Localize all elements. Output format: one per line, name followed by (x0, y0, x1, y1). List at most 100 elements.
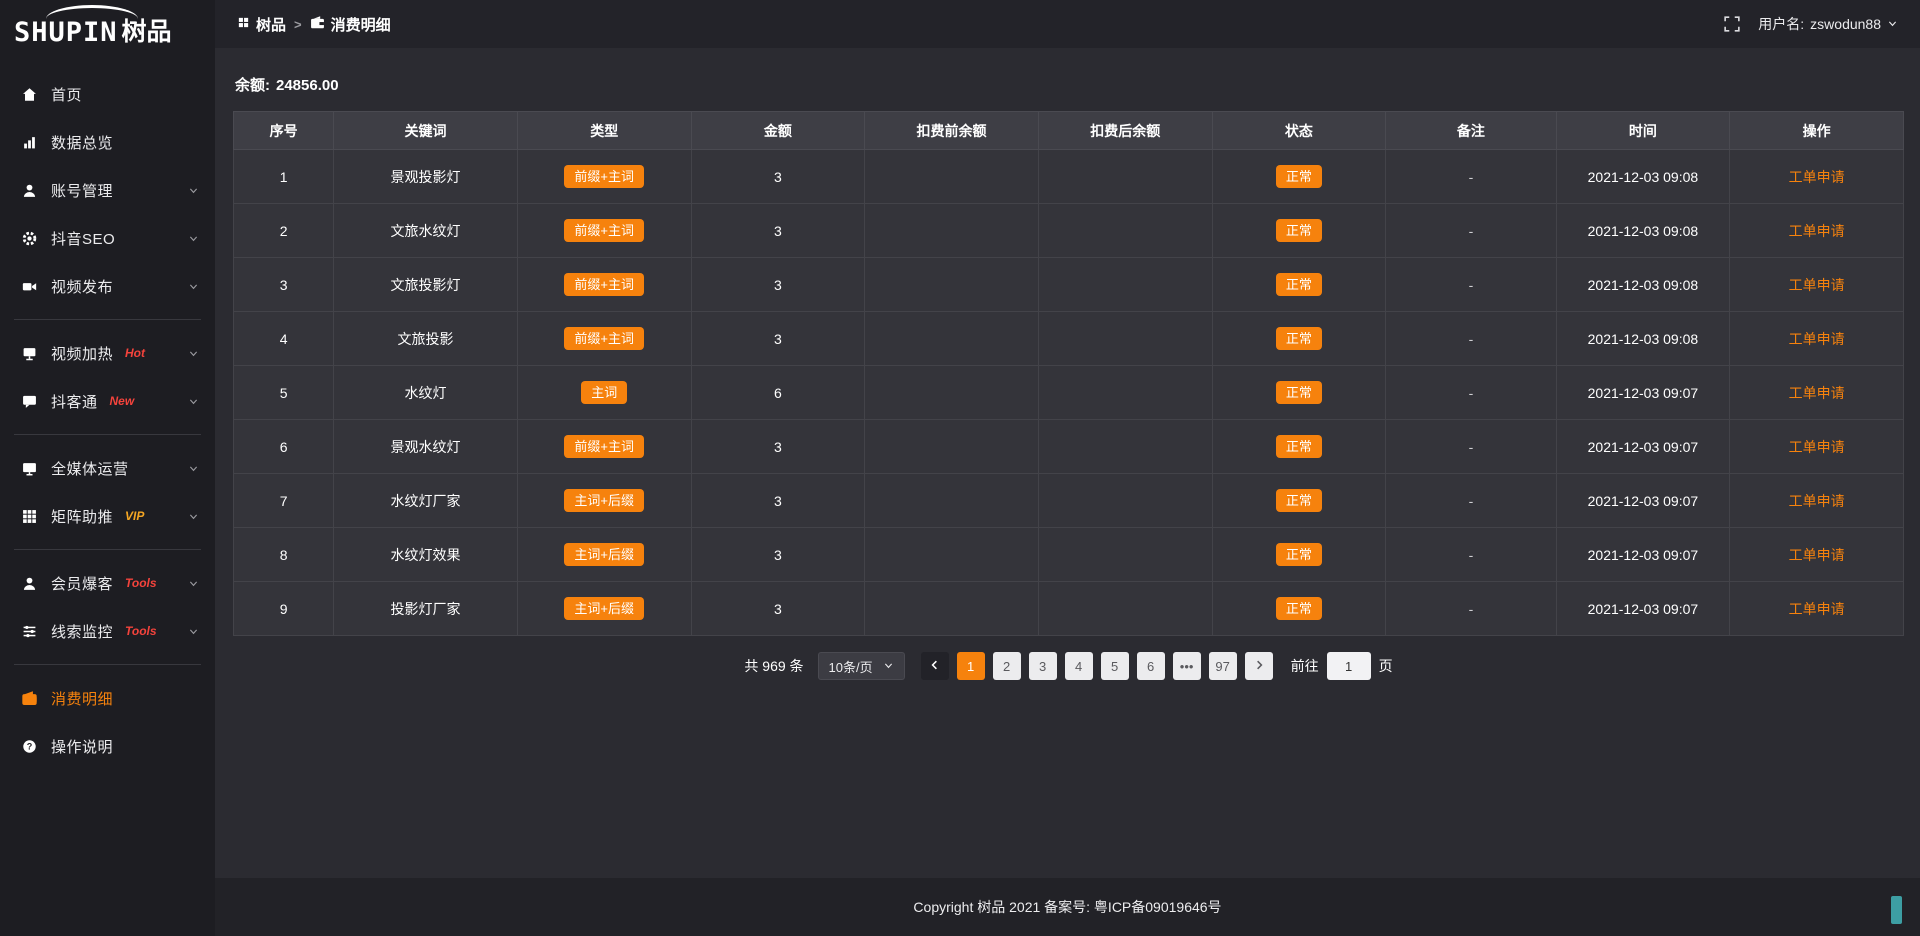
cell-status: 正常 (1212, 474, 1386, 528)
status-badge: 正常 (1276, 543, 1322, 567)
cell-keyword: 文旅投影灯 (334, 258, 518, 312)
chat-icon (20, 394, 38, 409)
cell-time: 2021-12-03 09:07 (1556, 528, 1730, 582)
table-header-row: 序号关键词类型金额扣费前余额扣费后余额状态备注时间操作 (234, 112, 1904, 150)
work-order-link[interactable]: 工单申请 (1789, 277, 1845, 293)
cell-amount: 3 (691, 150, 865, 204)
column-header: 扣费后余额 (1038, 112, 1212, 150)
page-ellipsis-button[interactable]: ••• (1173, 652, 1201, 680)
column-header: 操作 (1730, 112, 1904, 150)
sidebar-item-label: 账号管理 (51, 180, 113, 201)
sidebar-item-视频加热[interactable]: 视频加热Hot (0, 329, 215, 377)
work-order-link[interactable]: 工单申请 (1789, 547, 1845, 563)
work-order-link[interactable]: 工单申请 (1789, 223, 1845, 239)
page-button-1[interactable]: 1 (957, 652, 985, 680)
chevron-down-icon (188, 281, 199, 292)
cell-status: 正常 (1212, 258, 1386, 312)
balance-label: 余额: (235, 77, 270, 94)
sidebar-item-账号管理[interactable]: 账号管理 (0, 166, 215, 214)
page-button-5[interactable]: 5 (1101, 652, 1129, 680)
page-size-select[interactable]: 10条/页 (818, 652, 905, 680)
table-row: 4文旅投影前缀+主词3正常-2021-12-03 09:08工单申请 (234, 312, 1904, 366)
cell-time: 2021-12-03 09:08 (1556, 204, 1730, 258)
sidebar-item-抖音SEO[interactable]: 抖音SEO (0, 214, 215, 262)
status-badge: 正常 (1276, 165, 1322, 189)
cell-balance-before (865, 366, 1039, 420)
cell-action: 工单申请 (1730, 420, 1904, 474)
cell-amount: 6 (691, 366, 865, 420)
cell-balance-before (865, 582, 1039, 636)
work-order-link[interactable]: 工单申请 (1789, 601, 1845, 617)
sidebar-item-抖客通[interactable]: 抖客通New (0, 377, 215, 425)
sidebar-item-全媒体运营[interactable]: 全媒体运营 (0, 444, 215, 492)
status-badge: 正常 (1276, 489, 1322, 513)
sidebar-item-数据总览[interactable]: 数据总览 (0, 118, 215, 166)
cell-remark: - (1386, 366, 1556, 420)
goto-page-input[interactable] (1327, 652, 1371, 680)
next-page-button[interactable] (1245, 652, 1273, 680)
cell-keyword: 景观投影灯 (334, 150, 518, 204)
cell-balance-before (865, 474, 1039, 528)
cell-time: 2021-12-03 09:07 (1556, 582, 1730, 636)
sidebar-item-操作说明[interactable]: ?操作说明 (0, 722, 215, 770)
sidebar-item-消费明细[interactable]: 消费明细 (0, 674, 215, 722)
cell-action: 工单申请 (1730, 150, 1904, 204)
sidebar-item-线索监控[interactable]: 线索监控Tools (0, 607, 215, 655)
sidebar-item-tag: New (110, 394, 135, 408)
work-order-link[interactable]: 工单申请 (1789, 385, 1845, 401)
table-row: 2文旅水纹灯前缀+主词3正常-2021-12-03 09:08工单申请 (234, 204, 1904, 258)
page-button-3[interactable]: 3 (1029, 652, 1057, 680)
page-button-97[interactable]: 97 (1209, 652, 1237, 680)
work-order-link[interactable]: 工单申请 (1789, 331, 1845, 347)
type-badge: 主词+后缀 (564, 543, 644, 567)
monitor-icon (20, 461, 38, 476)
type-badge: 前缀+主词 (564, 435, 644, 459)
sidebar-item-tag: Tools (125, 624, 157, 638)
page-size-value: 10条/页 (829, 657, 873, 676)
work-order-link[interactable]: 工单申请 (1789, 439, 1845, 455)
cell-time: 2021-12-03 09:07 (1556, 420, 1730, 474)
cell-index: 3 (234, 258, 334, 312)
prev-page-button[interactable] (921, 652, 949, 680)
sidebar-item-tag: VIP (125, 509, 144, 523)
cell-status: 正常 (1212, 150, 1386, 204)
page-button-4[interactable]: 4 (1065, 652, 1093, 680)
sidebar-item-label: 操作说明 (51, 736, 113, 757)
table-row: 8水纹灯效果主词+后缀3正常-2021-12-03 09:07工单申请 (234, 528, 1904, 582)
cell-index: 7 (234, 474, 334, 528)
breadcrumb-item-home[interactable]: 树品 (237, 14, 286, 35)
breadcrumb-label: 消费明细 (331, 14, 391, 35)
column-header: 状态 (1212, 112, 1386, 150)
breadcrumb-label: 树品 (256, 14, 286, 35)
sidebar-item-视频发布[interactable]: 视频发布 (0, 262, 215, 310)
work-order-link[interactable]: 工单申请 (1789, 169, 1845, 185)
table-row: 1景观投影灯前缀+主词3正常-2021-12-03 09:08工单申请 (234, 150, 1904, 204)
fullscreen-icon[interactable] (1724, 16, 1740, 32)
cell-balance-after (1038, 528, 1212, 582)
chart-icon (20, 135, 38, 150)
brand-logo[interactable]: SHUPIN 树品 (0, 0, 215, 52)
status-badge: 正常 (1276, 219, 1322, 243)
status-badge: 正常 (1276, 435, 1322, 459)
page-button-6[interactable]: 6 (1137, 652, 1165, 680)
home-icon (20, 87, 38, 102)
breadcrumb-item-current[interactable]: 消费明细 (310, 14, 391, 35)
arrow-left-icon (929, 659, 941, 674)
cell-amount: 3 (691, 204, 865, 258)
cell-index: 9 (234, 582, 334, 636)
sidebar-divider (14, 319, 201, 320)
sidebar-item-label: 首页 (51, 84, 82, 105)
cell-remark: - (1386, 204, 1556, 258)
sidebar-item-首页[interactable]: 首页 (0, 70, 215, 118)
work-order-link[interactable]: 工单申请 (1789, 493, 1845, 509)
sidebar-item-矩阵助推[interactable]: 矩阵助推VIP (0, 492, 215, 540)
user-menu[interactable]: 用户名: zswodun88 (1758, 14, 1898, 34)
cell-index: 8 (234, 528, 334, 582)
page-button-2[interactable]: 2 (993, 652, 1021, 680)
sidebar-divider (14, 434, 201, 435)
table-row: 6景观水纹灯前缀+主词3正常-2021-12-03 09:07工单申请 (234, 420, 1904, 474)
cell-type: 前缀+主词 (517, 312, 691, 366)
floating-widget[interactable] (1891, 896, 1902, 924)
clue-icon (20, 624, 38, 639)
sidebar-item-会员爆客[interactable]: 会员爆客Tools (0, 559, 215, 607)
